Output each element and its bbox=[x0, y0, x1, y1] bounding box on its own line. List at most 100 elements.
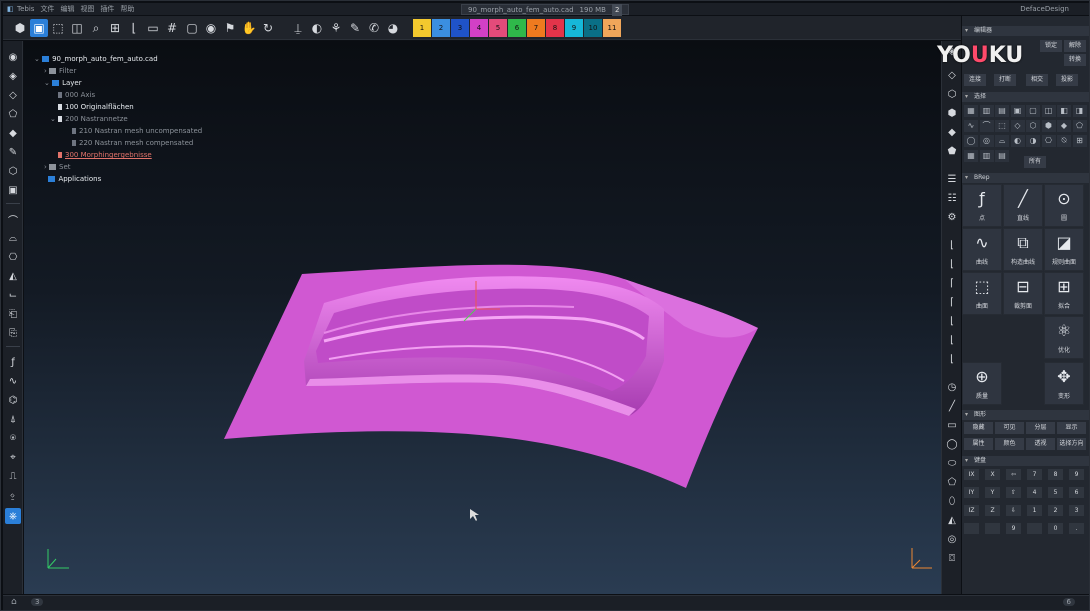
file-tab[interactable]: 90_morph_auto_fem_auto.cad 190 MB 2 bbox=[461, 3, 630, 16]
camera-icon[interactable]: # bbox=[163, 19, 181, 37]
compare-icon[interactable]: ⍚ bbox=[5, 487, 21, 503]
box-icon[interactable]: ⬚ bbox=[49, 19, 67, 37]
keypad-key[interactable]: 4 bbox=[1027, 487, 1042, 498]
keypad-key[interactable]: 9 bbox=[1006, 523, 1021, 534]
copy-icon[interactable]: ⎘ bbox=[5, 325, 21, 341]
select-filter-icon[interactable]: ▦ bbox=[964, 150, 978, 162]
filter-icon[interactable]: ⬡ bbox=[5, 163, 21, 179]
brush-icon[interactable]: ✎ bbox=[346, 19, 364, 37]
color-layer-button[interactable]: 2 bbox=[432, 19, 450, 37]
morph-icon[interactable]: ⍋ bbox=[5, 411, 21, 427]
select-filter-icon[interactable]: ▥ bbox=[979, 105, 994, 117]
keypad-section-header[interactable]: 键盘 bbox=[962, 456, 1089, 466]
select-filter-icon[interactable]: ∿ bbox=[964, 120, 978, 132]
select-filter-icon[interactable]: ⬚ bbox=[995, 120, 1009, 132]
menu-item[interactable]: 插件 bbox=[100, 3, 114, 15]
ellipse-icon[interactable]: ⬭ bbox=[944, 455, 960, 471]
loft-icon[interactable]: ⬡ bbox=[944, 86, 960, 102]
color-layer-button[interactable]: 7 bbox=[527, 19, 545, 37]
tree-item-mesh-uncomp[interactable]: 210 Nastran mesh uncompensated bbox=[72, 125, 202, 137]
trim-icon[interactable]: ⎔ bbox=[5, 249, 21, 265]
connect-button[interactable]: 连接 bbox=[964, 74, 986, 86]
select-filter-icon[interactable]: ◨ bbox=[1072, 105, 1087, 117]
sphere-shade-icon[interactable]: ◕ bbox=[384, 19, 402, 37]
keypad-key[interactable]: ⇧ bbox=[1006, 487, 1021, 498]
keypad-key[interactable] bbox=[964, 523, 979, 534]
select-filter-icon[interactable]: ⬢ bbox=[1041, 120, 1056, 132]
3d-viewport[interactable]: ⌄ 90_morph_auto_fem_auto.cad › Filter ⌄ … bbox=[24, 41, 941, 594]
revolve-icon[interactable]: ◆ bbox=[944, 124, 960, 140]
tree-item-layer[interactable]: ⌄ Layer bbox=[44, 77, 82, 89]
cylinder-icon[interactable]: ◫ bbox=[68, 19, 86, 37]
color-layer-button[interactable]: 9 bbox=[565, 19, 583, 37]
color-layer-button[interactable]: 3 bbox=[451, 19, 469, 37]
menu-item[interactable]: 视图 bbox=[80, 3, 94, 15]
ring-icon[interactable]: ◯ bbox=[944, 436, 960, 452]
select-section-header[interactable]: 选择 bbox=[962, 92, 1089, 102]
section-icon[interactable]: ⎍ bbox=[5, 468, 21, 484]
tree-item-applications[interactable]: Applications bbox=[44, 173, 101, 185]
color-layer-button[interactable]: 11 bbox=[603, 19, 621, 37]
select-filter-icon[interactable]: ◯ bbox=[964, 135, 978, 147]
frame-icon[interactable]: ▢ bbox=[183, 19, 201, 37]
stack3-icon[interactable]: ⚙ bbox=[944, 209, 960, 225]
line-icon[interactable]: ╱ bbox=[944, 398, 960, 414]
select-filter-icon[interactable]: ◐ bbox=[1010, 135, 1025, 147]
select-filter-icon[interactable]: ▥ bbox=[979, 150, 994, 162]
paint-icon[interactable]: ⚘ bbox=[327, 19, 345, 37]
keypad-key[interactable] bbox=[985, 523, 1000, 534]
project-button[interactable]: 投影 bbox=[1056, 74, 1078, 86]
select-filter-icon[interactable]: ⌓ bbox=[995, 135, 1009, 147]
flag-icon[interactable]: ⚑ bbox=[221, 19, 239, 37]
home-icon[interactable]: ⌂ bbox=[11, 597, 17, 607]
active-tool-icon[interactable]: ⎈ bbox=[5, 508, 21, 524]
brep-tool-button[interactable]: ╱ 直线 bbox=[1003, 184, 1043, 227]
display-button[interactable]: 颜色 bbox=[995, 438, 1024, 450]
eye-icon[interactable]: ◉ bbox=[5, 49, 21, 65]
shape-icon[interactable]: ◇ bbox=[5, 87, 21, 103]
brep-tool-button[interactable]: ⧉ 构造曲线 bbox=[1003, 228, 1043, 271]
cube-icon[interactable]: ⬢ bbox=[11, 19, 29, 37]
corner3-icon[interactable]: ⌈ bbox=[944, 275, 960, 291]
tree-item-filter[interactable]: › Filter bbox=[44, 65, 76, 77]
display-button[interactable]: 可见 bbox=[995, 422, 1024, 434]
color-layer-button[interactable]: 4 bbox=[470, 19, 488, 37]
brep-tool-button[interactable]: ⚛ 优化 bbox=[1044, 316, 1084, 359]
select-filter-icon[interactable]: ◆ bbox=[1057, 120, 1071, 132]
select-filter-icon[interactable]: ◧ bbox=[1057, 105, 1071, 117]
corner7-icon[interactable]: ⌊ bbox=[944, 351, 960, 367]
torus-icon[interactable]: ◎ bbox=[944, 531, 960, 547]
brep-tool-button[interactable]: ⊕ 质量 bbox=[962, 362, 1002, 405]
display-button[interactable]: 选择方向 bbox=[1057, 438, 1086, 450]
color-layer-button[interactable]: 10 bbox=[584, 19, 602, 37]
curve-edit-icon[interactable]: ⌒ bbox=[5, 211, 21, 227]
select-filter-icon[interactable]: ◑ bbox=[1026, 135, 1040, 147]
keypad-key[interactable]: 6 bbox=[1069, 487, 1084, 498]
keypad-key[interactable]: 1 bbox=[1027, 505, 1042, 516]
display-button[interactable]: 分层 bbox=[1026, 422, 1055, 434]
select-filter-icon[interactable]: ◎ bbox=[979, 135, 994, 147]
display-section-header[interactable]: 图形 bbox=[962, 410, 1089, 420]
select-filter-icon[interactable]: ◫ bbox=[1041, 105, 1056, 117]
clock-icon[interactable]: ◷ bbox=[944, 379, 960, 395]
menu-item[interactable]: 帮助 bbox=[120, 3, 134, 15]
tree-item-nastran[interactable]: ⌄ 200 Nastrannetze bbox=[50, 113, 128, 125]
select-filter-icon[interactable]: ⌒ bbox=[979, 120, 994, 132]
analysis-icon[interactable]: ⍟ bbox=[5, 430, 21, 446]
brep-tool-button[interactable]: ⊙ 圆 bbox=[1044, 184, 1084, 227]
select-filter-icon[interactable]: ▦ bbox=[964, 105, 978, 117]
keypad-key[interactable]: 2 bbox=[1048, 505, 1063, 516]
select-filter-icon[interactable]: ▣ bbox=[1010, 105, 1025, 117]
keypad-key[interactable]: IY bbox=[964, 487, 979, 498]
tree-item-mesh-comp[interactable]: 220 Nastran mesh compensated bbox=[72, 137, 193, 149]
mesh-icon[interactable]: ⌬ bbox=[5, 392, 21, 408]
rect-icon[interactable]: ▭ bbox=[944, 417, 960, 433]
extend-icon[interactable]: ◭ bbox=[5, 268, 21, 284]
menu-item[interactable]: 编辑 bbox=[60, 3, 74, 15]
keypad-key[interactable]: ⇦ bbox=[1006, 469, 1021, 480]
select-filter-icon[interactable]: ◇ bbox=[1010, 120, 1025, 132]
corner4-icon[interactable]: ⌈ bbox=[944, 294, 960, 310]
brep-tool-button[interactable]: ∿ 曲线 bbox=[962, 228, 1002, 271]
keypad-key[interactable] bbox=[1027, 523, 1042, 534]
brep-tool-button[interactable]: ⬚ 曲面 bbox=[962, 272, 1002, 315]
